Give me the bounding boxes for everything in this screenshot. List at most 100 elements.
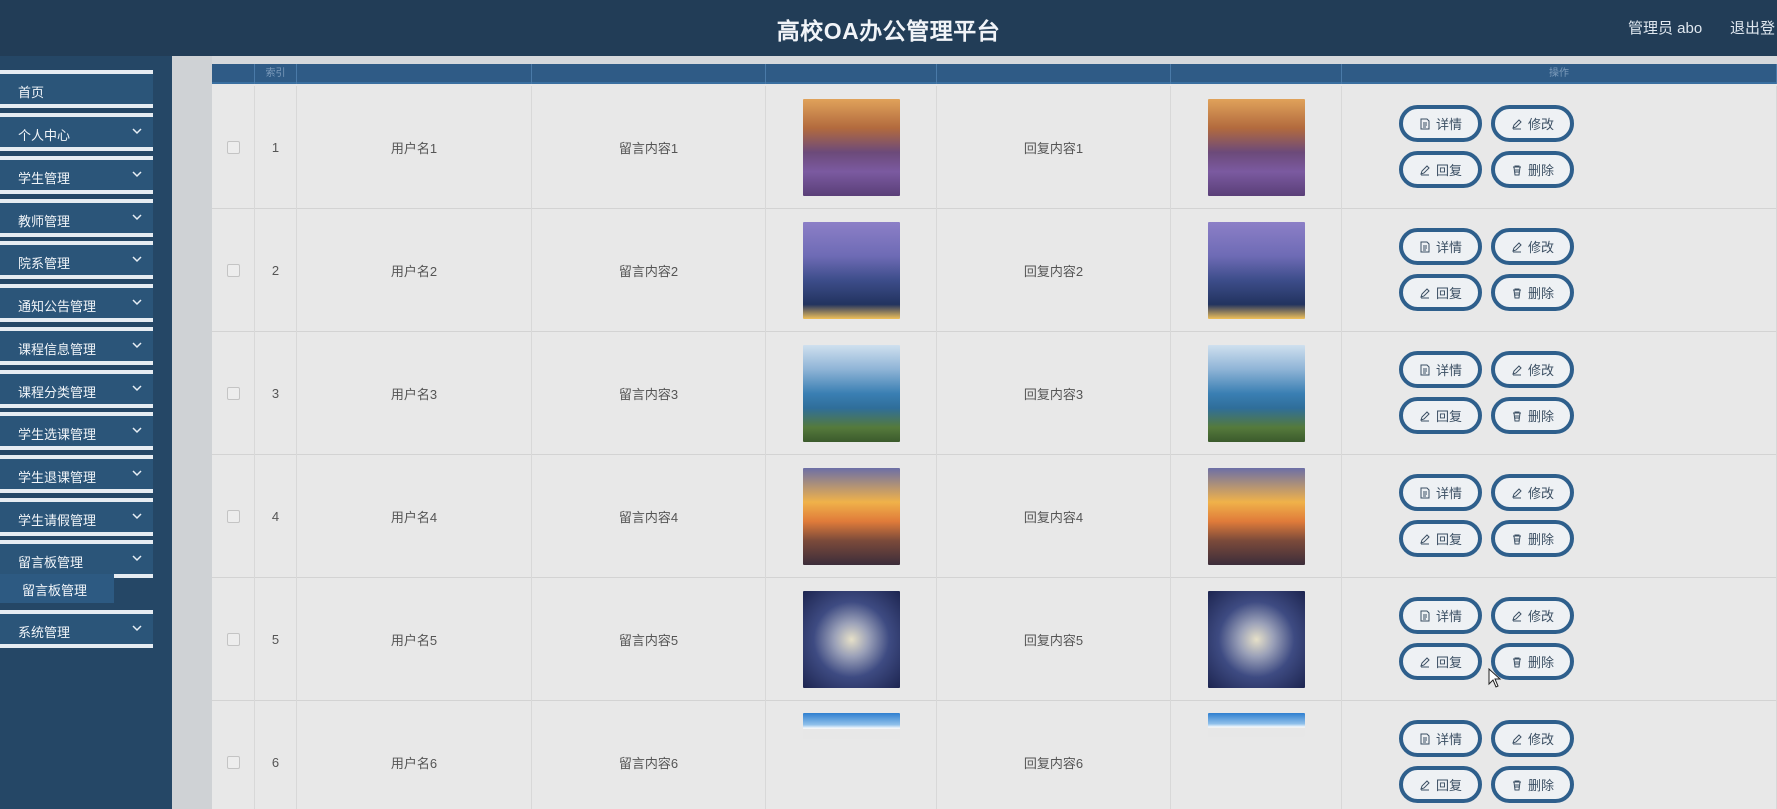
reply-button-label: 回复 <box>1435 409 1462 424</box>
reply-image[interactable] <box>1207 99 1305 196</box>
reply-cell: 回复内容4 <box>937 455 1171 578</box>
edit-button-label: 修改 <box>1527 240 1554 255</box>
current-user[interactable]: 管理员 abo <box>1628 17 1702 38</box>
row-checkbox[interactable] <box>226 633 240 646</box>
sidebar-item-6[interactable]: 课程信息管理 <box>0 327 153 365</box>
row-checkbox[interactable] <box>226 510 240 523</box>
column-header-2 <box>297 64 532 84</box>
edit-button[interactable]: 修改 <box>1491 105 1574 142</box>
reply-button-label: 回复 <box>1435 286 1462 301</box>
message-image[interactable] <box>802 99 900 196</box>
detail-button-label: 详情 <box>1435 240 1462 255</box>
reply-button[interactable]: 回复 <box>1399 151 1482 188</box>
delete-button-label: 删除 <box>1527 163 1554 178</box>
edit-button-label: 修改 <box>1527 732 1554 747</box>
detail-button[interactable]: 详情 <box>1399 105 1482 142</box>
sidebar-item-3[interactable]: 教师管理 <box>0 199 153 237</box>
delete-button[interactable]: 删除 <box>1491 151 1574 188</box>
document-icon <box>1420 610 1430 621</box>
pencil-icon <box>1420 533 1430 544</box>
detail-button-label: 详情 <box>1435 363 1462 378</box>
reply-image[interactable] <box>1207 468 1305 565</box>
sidebar-item-5[interactable]: 通知公告管理 <box>0 284 153 322</box>
sidebar-item-label: 课程分类管理 <box>18 385 97 400</box>
message-image[interactable] <box>802 345 900 442</box>
reply-image[interactable] <box>1207 345 1305 442</box>
actions-cell: 详情 修改 回复 删除 <box>1342 86 1777 209</box>
chevron-down-icon <box>132 555 142 562</box>
pencil-icon <box>1420 779 1430 790</box>
message-image[interactable] <box>802 591 900 688</box>
pencil-icon <box>1512 118 1522 129</box>
document-icon <box>1420 487 1430 498</box>
row-checkbox[interactable] <box>226 387 240 400</box>
message-image[interactable] <box>802 468 900 565</box>
edit-button[interactable]: 修改 <box>1491 474 1574 511</box>
detail-button-label: 详情 <box>1435 609 1462 624</box>
table-header: 索引 操作 <box>212 64 1777 84</box>
reply-button[interactable]: 回复 <box>1399 520 1482 557</box>
column-header-5 <box>937 64 1171 84</box>
edit-button[interactable]: 修改 <box>1491 720 1574 757</box>
reply-image[interactable] <box>1207 713 1305 737</box>
sidebar-item-12[interactable]: 系统管理 <box>0 610 153 648</box>
message-cell: 留言内容2 <box>532 209 766 332</box>
row-checkbox[interactable] <box>226 756 240 769</box>
chevron-down-icon <box>132 385 142 392</box>
reply-cell: 回复内容3 <box>937 332 1171 455</box>
delete-button[interactable]: 删除 <box>1491 520 1574 557</box>
checkbox-cell <box>212 578 255 701</box>
chevron-down-icon <box>132 342 142 349</box>
sidebar-item-2[interactable]: 学生管理 <box>0 156 153 194</box>
reply-image[interactable] <box>1207 222 1305 319</box>
reply-button[interactable]: 回复 <box>1399 643 1482 680</box>
detail-button[interactable]: 详情 <box>1399 228 1482 265</box>
edit-button[interactable]: 修改 <box>1491 597 1574 634</box>
column-header-7: 操作 <box>1342 64 1777 84</box>
sidebar-item-11[interactable]: 留言板管理 <box>0 540 153 578</box>
delete-button[interactable]: 删除 <box>1491 274 1574 311</box>
trash-icon <box>1512 780 1521 790</box>
message-cell: 留言内容4 <box>532 455 766 578</box>
document-icon <box>1420 364 1430 375</box>
reply-cell: 回复内容6 <box>937 701 1171 809</box>
edit-button[interactable]: 修改 <box>1491 351 1574 388</box>
sidebar-item-8[interactable]: 学生选课管理 <box>0 412 153 450</box>
message-image[interactable] <box>802 713 900 739</box>
row-checkbox[interactable] <box>226 264 240 277</box>
detail-button[interactable]: 详情 <box>1399 474 1482 511</box>
detail-button[interactable]: 详情 <box>1399 720 1482 757</box>
delete-button-label: 删除 <box>1527 655 1554 670</box>
pencil-icon <box>1420 287 1430 298</box>
detail-button[interactable]: 详情 <box>1399 351 1482 388</box>
main-content: 索引 操作 1 用户名1 留言内容1 回复内容1 详情 修改 回复 删除 2 用户名2 留言内容2 回复… <box>172 56 1777 809</box>
delete-button[interactable]: 删除 <box>1491 643 1574 680</box>
reply-button-label: 回复 <box>1435 655 1462 670</box>
checkbox-cell <box>212 455 255 578</box>
detail-button[interactable]: 详情 <box>1399 597 1482 634</box>
pencil-icon <box>1512 241 1522 252</box>
reply-button[interactable]: 回复 <box>1399 274 1482 311</box>
sidebar-item-9[interactable]: 学生退课管理 <box>0 455 153 493</box>
pencil-icon <box>1512 733 1522 744</box>
delete-button[interactable]: 删除 <box>1491 766 1574 803</box>
sidebar-item-10[interactable]: 学生请假管理 <box>0 498 153 536</box>
sidebar-item-label: 学生选课管理 <box>18 427 97 442</box>
reply-image[interactable] <box>1207 591 1305 688</box>
sidebar-item-label: 系统管理 <box>18 625 71 640</box>
index-cell: 6 <box>255 701 297 809</box>
edit-button[interactable]: 修改 <box>1491 228 1574 265</box>
sidebar-item-label: 通知公告管理 <box>18 299 97 314</box>
row-checkbox[interactable] <box>226 141 240 154</box>
sidebar-item-7[interactable]: 课程分类管理 <box>0 370 153 408</box>
sidebar-subitem-message-board[interactable]: 留言板管理 <box>0 574 114 603</box>
sidebar-item-1[interactable]: 个人中心 <box>0 113 153 151</box>
reply-button[interactable]: 回复 <box>1399 397 1482 434</box>
message-image[interactable] <box>802 222 900 319</box>
reply-button[interactable]: 回复 <box>1399 766 1482 803</box>
sidebar-item-4[interactable]: 院系管理 <box>0 241 153 279</box>
delete-button[interactable]: 删除 <box>1491 397 1574 434</box>
sidebar-item-0[interactable]: 首页 <box>0 70 153 108</box>
logout-link[interactable]: 退出登 <box>1730 17 1775 38</box>
detail-button-label: 详情 <box>1435 732 1462 747</box>
